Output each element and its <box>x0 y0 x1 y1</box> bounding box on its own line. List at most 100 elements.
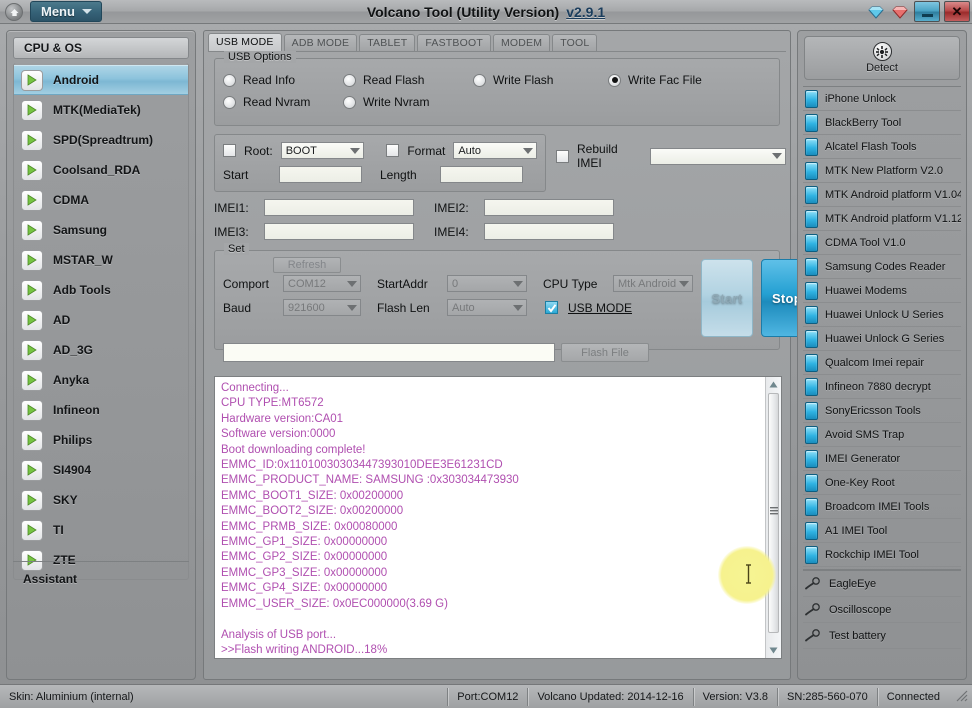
tool-item-qualcom-imei-repair[interactable]: Qualcom Imei repair <box>803 351 961 375</box>
tool-item-label: MTK Android platform V1.04 <box>825 188 961 201</box>
tool-item-iphone-unlock[interactable]: iPhone Unlock <box>803 87 961 111</box>
sidebar-item-philips[interactable]: Philips <box>14 425 188 455</box>
usbmode-checkbox[interactable] <box>545 301 558 314</box>
sidebar-item-ad-3g[interactable]: AD_3G <box>14 335 188 365</box>
blue-phone-icon <box>805 233 818 252</box>
tool-item-samsung-codes-reader[interactable]: Samsung Codes Reader <box>803 255 961 279</box>
imei3-input[interactable] <box>264 223 414 240</box>
version-link[interactable]: v2.9.1 <box>566 4 605 20</box>
scroll-up-icon[interactable] <box>766 377 781 392</box>
radio-write-nvram[interactable]: Write Nvram <box>343 95 429 109</box>
blue-diamond-icon[interactable] <box>866 3 886 21</box>
sidebar-assistant-label[interactable]: Assistant <box>13 561 189 586</box>
tool-item-huawei-unlock-g-series[interactable]: Huawei Unlock G Series <box>803 327 961 351</box>
status-skin: Skin: Aluminium (internal) <box>0 687 449 706</box>
format-label: Format <box>407 143 446 158</box>
start-input[interactable] <box>279 166 362 183</box>
tool-item-test-battery[interactable]: Test battery <box>803 623 961 649</box>
sidebar-item-adb-tools[interactable]: Adb Tools <box>14 275 188 305</box>
tool-item-mtk-android-platform-v1-04[interactable]: MTK Android platform V1.04 <box>803 183 961 207</box>
tab-tool[interactable]: TOOL <box>552 34 598 51</box>
tab-adb-mode[interactable]: ADB MODE <box>283 34 358 51</box>
refresh-button[interactable]: Refresh <box>273 257 341 273</box>
radio-read-flash[interactable]: Read Flash <box>343 73 473 87</box>
tool-item-eagleeye[interactable]: EagleEye <box>803 571 961 597</box>
sidebar-item-infineon[interactable]: Infineon <box>14 395 188 425</box>
sidebar-item-anyka[interactable]: Anyka <box>14 365 188 395</box>
tool-item-mtk-android-platform-v1-12[interactable]: MTK Android platform V1.12 <box>803 207 961 231</box>
sidebar-item-coolsand-rda[interactable]: Coolsand_RDA <box>14 155 188 185</box>
format-select[interactable]: Auto <box>453 142 537 159</box>
tool-item-oscilloscope[interactable]: Oscilloscope <box>803 597 961 623</box>
log-output[interactable]: Connecting... CPU TYPE:MT6572 Hardware v… <box>214 376 782 659</box>
radio-write-flash[interactable]: Write Flash <box>473 73 608 87</box>
comport-select[interactable]: COM12 <box>283 275 361 292</box>
close-button[interactable]: ✕ <box>944 1 970 22</box>
play-icon <box>21 399 43 421</box>
right-panel-tools: EagleEye Oscilloscope Test battery <box>803 569 961 649</box>
rebuild-imei-checkbox[interactable] <box>556 149 569 163</box>
sidebar-item-android[interactable]: Android <box>14 65 188 95</box>
radio-label: Read Flash <box>363 73 425 87</box>
tab-modem[interactable]: MODEM <box>492 34 551 51</box>
length-input[interactable] <box>440 166 523 183</box>
rebuild-imei-select[interactable] <box>649 147 786 165</box>
radio-read-info[interactable]: Read Info <box>223 73 343 87</box>
tool-item-cdma-tool-v1-0[interactable]: CDMA Tool V1.0 <box>803 231 961 255</box>
tab-tablet[interactable]: TABLET <box>359 34 416 51</box>
sidebar-item-sky[interactable]: SKY <box>14 485 188 515</box>
flashlen-select[interactable]: Auto <box>447 299 527 316</box>
resize-grip-icon[interactable] <box>955 689 968 705</box>
tool-item-infineon-7880-decrypt[interactable]: Infineon 7880 decrypt <box>803 375 961 399</box>
sidebar-item-spd-spreadtrum[interactable]: SPD(Spreadtrum) <box>14 125 188 155</box>
minimize-button[interactable] <box>914 1 940 22</box>
chevron-down-icon <box>350 147 361 154</box>
sidebar-item-mstar-w[interactable]: MSTAR_W <box>14 245 188 275</box>
tab-usb-mode[interactable]: USB MODE <box>208 33 282 51</box>
flash-file-input[interactable] <box>223 343 555 362</box>
tool-item-huawei-modems[interactable]: Huawei Modems <box>803 279 961 303</box>
home-icon[interactable] <box>5 3 23 21</box>
detect-button[interactable]: Detect <box>804 36 960 80</box>
startaddr-select[interactable]: 0 <box>447 275 527 292</box>
sidebar-item-mtk-mediatek[interactable]: MTK(MediaTek) <box>14 95 188 125</box>
radio-write-fac-file[interactable]: Write Fac File <box>608 73 702 87</box>
sidebar-item-si4904[interactable]: SI4904 <box>14 455 188 485</box>
start-button[interactable]: Start <box>701 259 753 337</box>
tool-item-imei-generator[interactable]: IMEI Generator <box>803 447 961 471</box>
sidebar-item-ad[interactable]: AD <box>14 305 188 335</box>
tool-item-label: Avoid SMS Trap <box>825 428 905 441</box>
tool-item-huawei-unlock-u-series[interactable]: Huawei Unlock U Series <box>803 303 961 327</box>
root-checkbox[interactable] <box>223 144 236 157</box>
root-select[interactable]: BOOT <box>280 142 365 159</box>
imei1-input[interactable] <box>264 199 414 216</box>
scrollbar-thumb[interactable] <box>768 393 779 633</box>
format-checkbox[interactable] <box>386 144 400 157</box>
flash-file-button[interactable]: Flash File <box>561 343 649 362</box>
sidebar-item-ti[interactable]: TI <box>14 515 188 545</box>
tool-item-a1-imei-tool[interactable]: A1 IMEI Tool <box>803 519 961 543</box>
tool-item-avoid-sms-trap[interactable]: Avoid SMS Trap <box>803 423 961 447</box>
menu-button[interactable]: Menu <box>30 1 102 22</box>
imei2-input[interactable] <box>484 199 614 216</box>
log-scrollbar[interactable] <box>765 377 781 658</box>
radio-read-nvram[interactable]: Read Nvram <box>223 95 343 109</box>
sidebar-item-cdma[interactable]: CDMA <box>14 185 188 215</box>
sidebar-item-label: Samsung <box>53 223 108 237</box>
cputype-select[interactable]: Mtk Android <box>613 275 693 292</box>
tool-item-rockchip-imei-tool[interactable]: Rockchip IMEI Tool <box>803 543 961 567</box>
tab-fastboot[interactable]: FASTBOOT <box>417 34 491 51</box>
tool-item-alcatel-flash-tools[interactable]: Alcatel Flash Tools <box>803 135 961 159</box>
scroll-down-icon[interactable] <box>766 643 781 658</box>
red-diamond-icon[interactable] <box>890 3 910 21</box>
tool-item-broadcom-imei-tools[interactable]: Broadcom IMEI Tools <box>803 495 961 519</box>
tool-item-blackberry-tool[interactable]: BlackBerry Tool <box>803 111 961 135</box>
sidebar-item-samsung[interactable]: Samsung <box>14 215 188 245</box>
tool-item-label: IMEI Generator <box>825 452 901 465</box>
baud-select[interactable]: 921600 <box>283 299 361 316</box>
imei4-input[interactable] <box>484 223 614 240</box>
blue-phone-icon <box>805 185 818 204</box>
tool-item-mtk-new-platform-v2-0[interactable]: MTK New Platform V2.0 <box>803 159 961 183</box>
tool-item-one-key-root[interactable]: One-Key Root <box>803 471 961 495</box>
tool-item-sonyericsson-tools[interactable]: SonyEricsson Tools <box>803 399 961 423</box>
